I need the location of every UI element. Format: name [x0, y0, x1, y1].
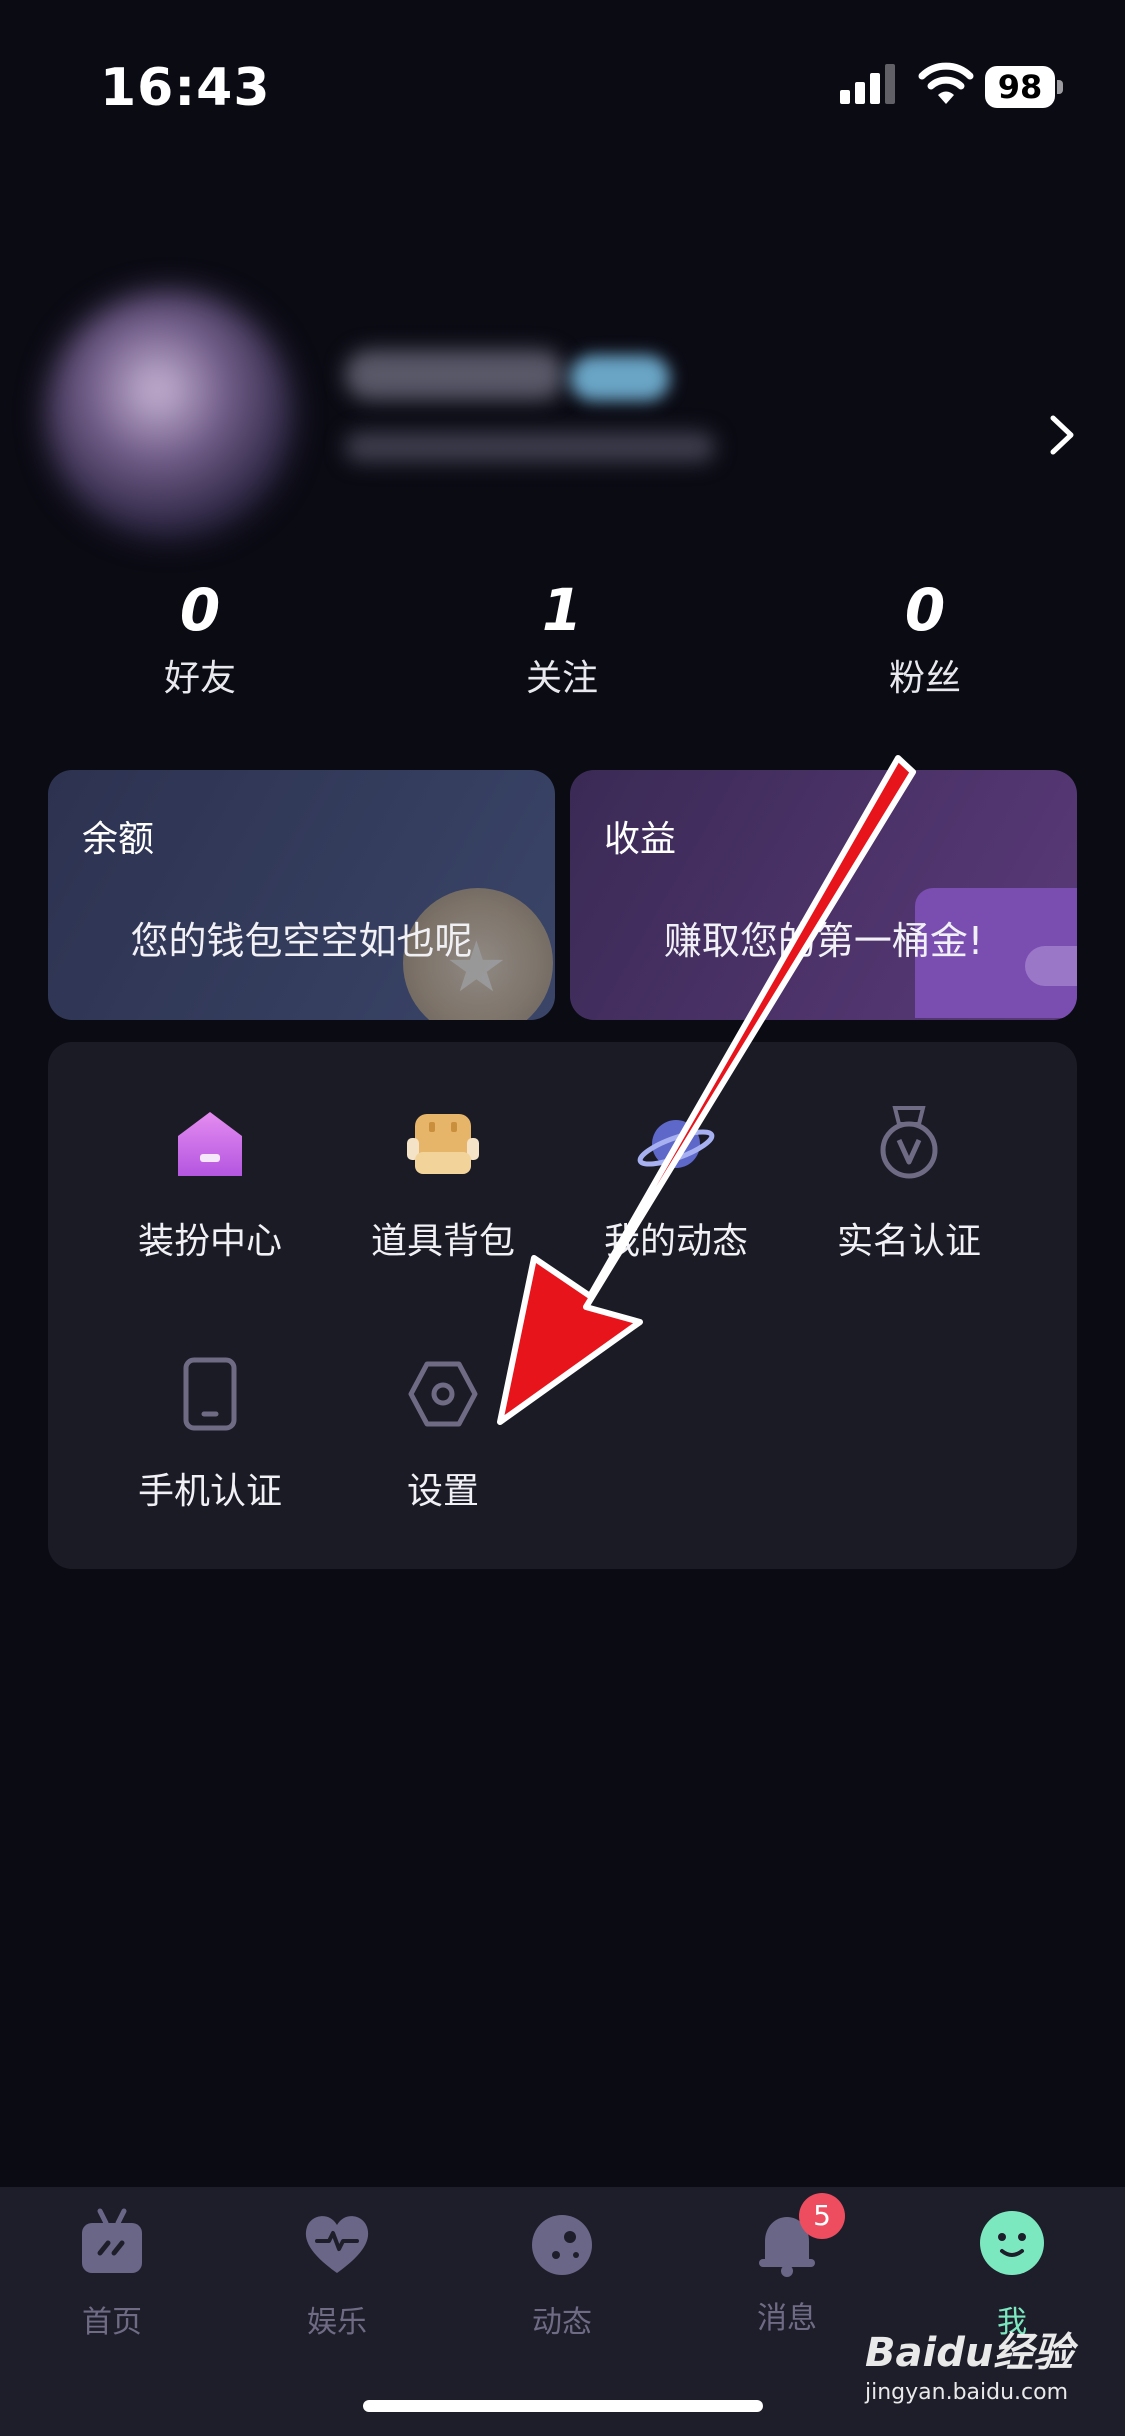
- stat-following[interactable]: 1 关注: [462, 575, 662, 701]
- stat-fans[interactable]: 0 粉丝: [825, 575, 1025, 701]
- wifi-icon: [918, 62, 974, 104]
- hexagon-settings-icon: [408, 1361, 478, 1427]
- smile-icon: [980, 2211, 1044, 2275]
- income-title: 收益: [604, 819, 677, 860]
- menu-item-label: 我的动态: [603, 1221, 748, 1262]
- cellular-signal-icon: [840, 64, 895, 104]
- house-icon: [178, 1112, 242, 1176]
- phone-icon: [183, 1357, 237, 1431]
- stat-value: 0: [179, 576, 221, 644]
- balance-description: 您的钱包空空如也呢: [130, 919, 473, 963]
- tab-entertainment[interactable]: 娱乐: [262, 2207, 412, 2341]
- balance-card[interactable]: ★ 余额 您的钱包空空如也呢: [48, 770, 555, 1020]
- heart-icon: [305, 2216, 369, 2273]
- stat-value: 1: [541, 576, 583, 644]
- function-grid: 装扮中心 道具背包 我的动态 实名认证 手机认证 设置: [48, 1042, 1077, 1569]
- balance-title: 余额: [82, 819, 155, 860]
- menu-item-label: 装扮中心: [137, 1221, 282, 1262]
- tab-label: 动态: [532, 2305, 592, 2340]
- stat-value: 0: [904, 576, 946, 644]
- tab-label: 首页: [82, 2305, 142, 2340]
- battery-level: 98: [985, 66, 1055, 108]
- unread-badge: 5: [799, 2193, 845, 2239]
- tab-label: 娱乐: [307, 2305, 367, 2340]
- watermark-url: jingyan.baidu.com: [865, 2380, 1069, 2405]
- stat-label: 好友: [163, 658, 236, 699]
- battery-icon: 98: [985, 66, 1065, 108]
- menu-item-label: 道具背包: [370, 1221, 515, 1262]
- tab-label: 消息: [757, 2301, 817, 2336]
- menu-item-dress-up[interactable]: 装扮中心: [100, 1104, 320, 1264]
- watermark-brand: Baidu经验: [865, 2330, 1074, 2376]
- menu-item-settings[interactable]: 设置: [333, 1354, 553, 1514]
- income-card[interactable]: 收益 赚取您的第一桶金!: [570, 770, 1077, 1020]
- income-description: 赚取您的第一桶金!: [663, 919, 984, 963]
- profile-stats: 0 好友 1 关注 0 粉丝: [0, 575, 1125, 715]
- stat-friends[interactable]: 0 好友: [100, 575, 300, 701]
- tab-feed[interactable]: 动态: [487, 2207, 637, 2341]
- backpack-icon: [407, 1114, 479, 1174]
- menu-item-label: 设置: [406, 1471, 479, 1512]
- menu-item-my-posts[interactable]: 我的动态: [566, 1104, 786, 1264]
- status-time: 16:43: [100, 58, 271, 118]
- chevron-right-icon[interactable]: [1045, 410, 1079, 460]
- medal-icon: [880, 1106, 938, 1179]
- user-id-blurred: [345, 432, 715, 462]
- planet-icon: [637, 1120, 715, 1168]
- status-bar: 16:43 98: [0, 0, 1125, 150]
- menu-item-backpack[interactable]: 道具背包: [333, 1104, 553, 1264]
- username-blurred: [345, 350, 565, 400]
- planet-icon: [532, 2215, 592, 2275]
- menu-item-real-name[interactable]: 实名认证: [799, 1104, 1019, 1264]
- level-badge-blurred: [570, 355, 670, 401]
- home-indicator[interactable]: [363, 2400, 763, 2412]
- menu-item-label: 实名认证: [836, 1221, 981, 1262]
- profile-header[interactable]: [0, 280, 1125, 560]
- stat-label: 粉丝: [888, 658, 961, 699]
- avatar[interactable]: [45, 290, 295, 540]
- stat-label: 关注: [525, 658, 598, 699]
- menu-item-phone-auth[interactable]: 手机认证: [100, 1354, 320, 1514]
- bell-icon-wrapper: 5: [751, 2193, 845, 2279]
- tab-messages[interactable]: 5 消息: [712, 2193, 862, 2337]
- menu-item-label: 手机认证: [137, 1471, 282, 1512]
- tv-icon: [82, 2208, 142, 2273]
- tab-home[interactable]: 首页: [37, 2207, 187, 2341]
- watermark: Baidu经验 jingyan.baidu.com: [865, 2320, 1105, 2420]
